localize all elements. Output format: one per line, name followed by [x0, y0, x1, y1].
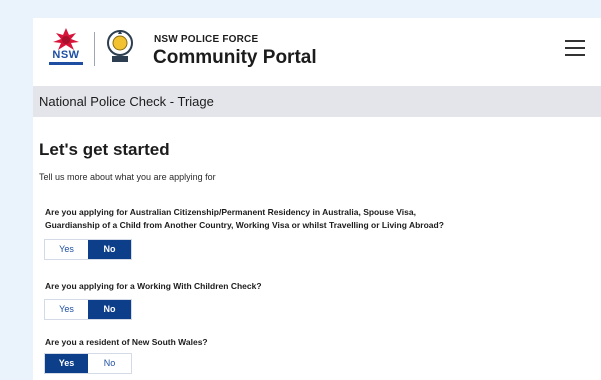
question-nsw-resident: Are you a resident of New South Wales? — [45, 336, 597, 349]
question-overseas-purpose: Are you applying for Australian Citizens… — [45, 206, 597, 232]
intro-text: Tell us more about what you are applying… — [39, 172, 216, 182]
yes-button[interactable]: Yes — [45, 300, 88, 319]
page-subheader: National Police Check - Triage — [33, 86, 601, 117]
question-line: Are you a resident of New South Wales? — [45, 337, 208, 347]
question-line: Are you applying for Australian Citizens… — [45, 207, 416, 217]
nsw-logo-underline — [49, 62, 83, 65]
question-wwcc: Are you applying for a Working With Chil… — [45, 280, 597, 293]
hamburger-menu-icon[interactable] — [565, 40, 585, 56]
toggle-wwcc: Yes No — [44, 299, 132, 320]
no-button[interactable]: No — [88, 300, 131, 319]
nsw-logo-text: NSW — [52, 49, 80, 61]
yes-button[interactable]: Yes — [45, 354, 88, 373]
waratah-icon — [53, 28, 79, 50]
site-header: NSW NSW POLICE FORCE Community Portal — [33, 18, 601, 80]
toggle-nsw-resident: Yes No — [44, 353, 132, 374]
brand-title: Community Portal — [153, 47, 317, 68]
portal-panel: NSW NSW POLICE FORCE Community Portal Na… — [33, 18, 601, 380]
page-heading: Let's get started — [39, 140, 170, 159]
question-line: Are you applying for a Working With Chil… — [45, 281, 262, 291]
menu-bar — [565, 47, 585, 49]
header-divider — [94, 32, 95, 66]
no-button[interactable]: No — [88, 240, 131, 259]
police-crest-icon — [107, 30, 133, 62]
toggle-overseas-purpose: Yes No — [44, 239, 132, 260]
menu-bar — [565, 54, 585, 56]
brand-subtitle: NSW POLICE FORCE — [154, 34, 259, 45]
page-subtitle: National Police Check - Triage — [39, 94, 214, 109]
menu-bar — [565, 40, 585, 42]
nsw-government-logo[interactable]: NSW — [49, 28, 83, 70]
no-button[interactable]: No — [88, 354, 131, 373]
question-line: Guardianship of a Child from Another Cou… — [45, 220, 444, 230]
yes-button[interactable]: Yes — [45, 240, 88, 259]
